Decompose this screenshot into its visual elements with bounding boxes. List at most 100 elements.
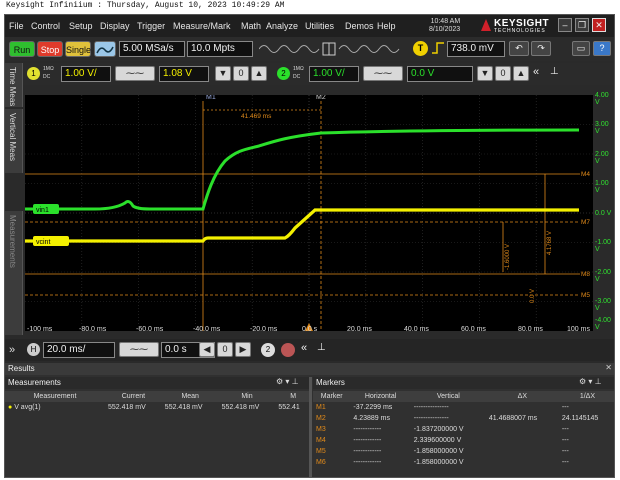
marker-vertical: --------------- bbox=[413, 415, 449, 422]
tab-time-meas[interactable]: Time Meas bbox=[5, 63, 23, 107]
horizontal-collapse-icon[interactable]: « bbox=[301, 342, 307, 354]
channel-1-offset-field[interactable]: 1.08 V bbox=[159, 66, 209, 82]
markers-settings-icon[interactable]: ⚙ ▾ ⊥ bbox=[579, 377, 602, 386]
channel-1-up-icon[interactable]: ▲ bbox=[251, 66, 267, 81]
record-icon[interactable] bbox=[281, 343, 295, 357]
results-close-icon[interactable]: ✕ bbox=[605, 363, 612, 372]
minimize-button[interactable]: – bbox=[558, 18, 572, 32]
sample-rate-field[interactable]: 5.00 MSa/s bbox=[119, 41, 185, 57]
marker-m2-tag: M2 bbox=[316, 95, 326, 101]
expand-icon[interactable]: » bbox=[9, 344, 15, 356]
channel-1-down-icon[interactable]: ▼ bbox=[215, 66, 231, 81]
channel-2-zero-icon[interactable]: 0 bbox=[495, 66, 511, 81]
channel-1-scale-knob-icon[interactable]: ⁓⁓ bbox=[115, 66, 155, 81]
marker-vertical: -1.858000000 V bbox=[413, 448, 464, 455]
table-row[interactable]: M5 ------------ -1.858000000 V --- bbox=[313, 446, 614, 457]
results-splitter[interactable] bbox=[309, 377, 312, 477]
menu-math[interactable]: Math bbox=[241, 21, 261, 31]
help-icon[interactable]: ? bbox=[593, 41, 611, 56]
table-row[interactable]: ● V avg(1) 552.418 mV 552.418 mV 552.418… bbox=[5, 402, 311, 413]
measurements-settings-icon[interactable]: ⚙ ▾ ⊥ bbox=[276, 377, 299, 386]
single-button[interactable]: Single bbox=[65, 41, 91, 57]
y-tick-0v: 0.0 V bbox=[595, 210, 612, 217]
redo-icon[interactable]: ↷ bbox=[531, 41, 551, 56]
undo-icon[interactable]: ↶ bbox=[509, 41, 529, 56]
horizontal-zero-icon[interactable]: 0 bbox=[217, 342, 233, 357]
measurements-title: Measurements bbox=[5, 377, 311, 389]
menu-utilities[interactable]: Utilities bbox=[305, 21, 334, 31]
measurement-current: 552.418 mV bbox=[108, 404, 146, 411]
horizontal-right-icon[interactable]: ▶ bbox=[235, 342, 251, 357]
menu-control[interactable]: Control bbox=[31, 21, 60, 31]
channel-2-offset-field[interactable]: 0.0 V bbox=[407, 66, 473, 82]
table-row[interactable]: M2 4.23889 ms --------------- 41.4688007 ms… bbox=[313, 413, 614, 424]
menu-demos[interactable]: Demos bbox=[345, 21, 374, 31]
autoscale-icon[interactable] bbox=[94, 41, 116, 57]
table-row[interactable]: M3 ------------ -1.837200000 V --- bbox=[313, 424, 614, 435]
trigger-level-field[interactable]: 738.0 mV bbox=[447, 41, 505, 57]
horizontal-position-icon[interactable] bbox=[259, 42, 409, 56]
clock-time: 10:48 AM bbox=[430, 18, 461, 25]
x-tick-80: 80.0 ms bbox=[518, 326, 543, 333]
waveform-display[interactable]: M1 M2 41.469 ms M4 M7 M8 M5 -1.6000 V 4.… bbox=[25, 95, 593, 331]
col-max: M bbox=[290, 393, 297, 400]
marker-m1-tag: M1 bbox=[206, 95, 216, 101]
table-row[interactable]: M4 ------------ 2.339600000 V --- bbox=[313, 435, 614, 446]
channel-1-badge[interactable]: 1 bbox=[27, 67, 40, 80]
rising-edge-icon[interactable] bbox=[431, 42, 445, 54]
trace-vcint bbox=[25, 208, 579, 243]
measurements-table: Measurement Current Mean Min M ● V avg(1… bbox=[5, 391, 311, 413]
horizontal-ref-icon[interactable]: 2 bbox=[261, 343, 275, 357]
marker-name: M1 bbox=[316, 404, 326, 411]
channel-2-up-icon[interactable]: ▲ bbox=[513, 66, 529, 81]
marker-vertical: -1.837200000 V bbox=[413, 426, 464, 433]
menu-analyze[interactable]: Analyze bbox=[266, 21, 298, 31]
table-row[interactable]: M6 ------------ -1.858000000 V --- bbox=[313, 457, 614, 468]
trace-vcint-label: vcint bbox=[36, 239, 50, 246]
tab-vertical-meas[interactable]: Vertical Meas bbox=[5, 109, 23, 173]
markers-table: Marker Horizontal Vertical ΔX 1/ΔX M1 -37… bbox=[313, 391, 614, 468]
marker-horizontal: ------------ bbox=[353, 459, 382, 466]
memory-depth-field[interactable]: 10.0 Mpts bbox=[187, 41, 253, 57]
menu-measure-mark[interactable]: Measure/Mark bbox=[173, 21, 231, 31]
channel-1-zero-icon[interactable]: 0 bbox=[233, 66, 249, 81]
run-button[interactable]: Run bbox=[9, 41, 35, 57]
channel-2-scale-knob-icon[interactable]: ⁓⁓ bbox=[363, 66, 403, 81]
trace-vin1 bbox=[25, 128, 580, 211]
channel-2-badge[interactable]: 2 bbox=[277, 67, 290, 80]
marker-name: M4 bbox=[316, 437, 326, 444]
marker-delta-x bbox=[486, 402, 559, 413]
stop-button[interactable]: Stop bbox=[37, 41, 63, 57]
delta-v3-readout: 0.0 V bbox=[530, 289, 536, 303]
tab-measurements[interactable]: Measurements bbox=[5, 211, 23, 335]
close-button[interactable]: ✕ bbox=[592, 18, 606, 32]
horizontal-badge[interactable]: H bbox=[27, 343, 40, 356]
table-row[interactable]: M1 -37.2299 ms --------------- --- bbox=[313, 402, 614, 413]
y-tick-neg4v: -4.00 V bbox=[595, 317, 611, 331]
y-tick-3v: 3.00 V bbox=[595, 121, 609, 135]
horizontal-scale-field[interactable]: 20.0 ms/ bbox=[43, 342, 115, 358]
collapse-icon[interactable]: « bbox=[533, 66, 539, 78]
menu-file[interactable]: File bbox=[9, 21, 24, 31]
col-inv-delta-x: 1/ΔX bbox=[579, 393, 596, 400]
menu-help[interactable]: Help bbox=[377, 21, 396, 31]
horizontal-left-icon[interactable]: ◀ bbox=[199, 342, 215, 357]
channel-1-scale-field[interactable]: 1.00 V/ bbox=[61, 66, 111, 82]
menu-setup[interactable]: Setup bbox=[69, 21, 93, 31]
y-tick-4v: 4.00 V bbox=[595, 92, 609, 106]
marker-m5-tag: M5 bbox=[581, 292, 590, 299]
pin-icon[interactable]: ⊥ bbox=[550, 66, 559, 77]
channel-2-scale-field[interactable]: 1.00 V/ bbox=[309, 66, 359, 82]
channel-1-coupling: 1MΩ DC bbox=[43, 66, 54, 80]
layout-icon[interactable]: ▭ bbox=[572, 41, 590, 56]
channel-2-down-icon[interactable]: ▼ bbox=[477, 66, 493, 81]
delta-x-readout: 41.469 ms bbox=[241, 113, 272, 120]
horizontal-scale-knob-icon[interactable]: ⁓⁓ bbox=[119, 342, 159, 357]
restore-button[interactable]: ❐ bbox=[575, 18, 589, 32]
delta-v1-readout: -1.6000 V bbox=[505, 244, 511, 270]
measurements-header-row: Measurement Current Mean Min M bbox=[5, 391, 311, 402]
menu-display[interactable]: Display bbox=[100, 21, 130, 31]
menu-trigger[interactable]: Trigger bbox=[137, 21, 165, 31]
horizontal-pin-icon[interactable]: ⊥ bbox=[317, 342, 326, 353]
x-tick-neg60: -60.0 ms bbox=[136, 326, 164, 333]
